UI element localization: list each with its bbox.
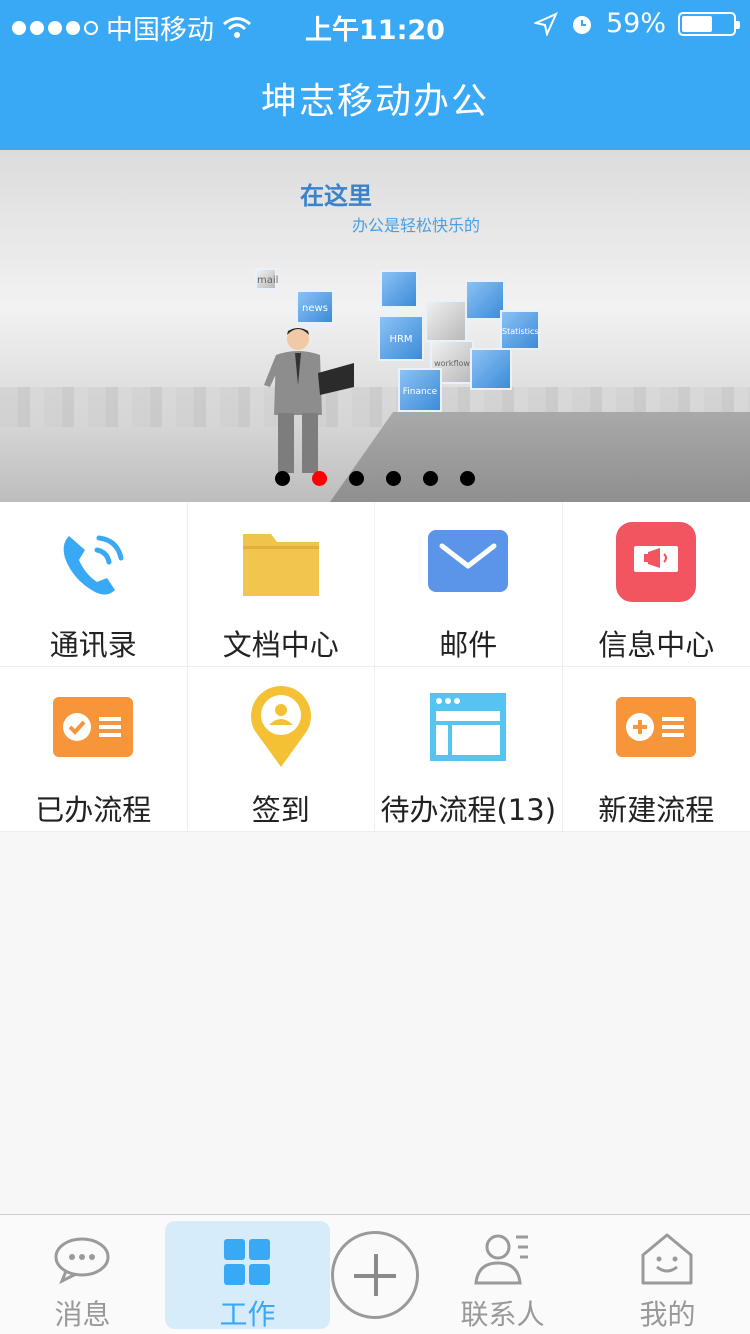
status-bar: 中国移动 上午11:20 59% [0,0,750,50]
menu-label: 新建流程 [598,793,715,827]
folder-icon [242,534,319,596]
location-pin-icon [250,686,311,767]
road [330,412,750,502]
cube-gray-1 [425,300,467,342]
menu-item-contacts[interactable]: 通讯录 [0,502,188,667]
cube-blue-1 [465,280,505,320]
menu-label: 签到 [251,793,310,827]
phone-icon [63,535,124,595]
menu-label: 通讯录 [49,628,137,662]
carousel-dot[interactable] [460,471,475,486]
menu-item-checkin[interactable]: 签到 [187,667,375,832]
tab-label: 联系人 [460,1298,545,1331]
menu-label: 已办流程 [35,793,152,827]
businessman-figure [264,328,354,473]
tab-messages[interactable]: 消息 [0,1215,165,1334]
function-grid: 通讯录 文档中心 邮件 信息中心 已办流程 签到 待办流程(13) 新建流程 [0,502,750,832]
battery-percent: 59% [605,8,666,39]
done-process-icon [53,697,134,757]
carousel-dot[interactable] [349,471,364,486]
location-arrow-icon [533,11,558,36]
alarm-icon [572,15,591,34]
tab-mine[interactable]: 我的 [585,1215,750,1334]
battery-icon [678,11,740,36]
mail-icon [428,530,509,592]
plus-icon[interactable] [331,1231,419,1319]
banner-headline: 在这里 [300,182,372,210]
menu-item-mail[interactable]: 邮件 [375,502,563,667]
carousel-dot[interactable] [275,471,290,486]
carousel-dot[interactable] [312,471,327,486]
cube-mail: mail [255,268,278,290]
cube-blue-3 [380,270,418,308]
menu-label: 待办流程(13) [380,793,557,827]
contact-icon [474,1234,528,1285]
menu-item-new-process[interactable]: 新建流程 [562,667,750,832]
banner-carousel[interactable]: 在这里 办公是轻松快乐的 mail news HRM Statistics wo… [0,150,750,502]
menu-label: 邮件 [439,628,498,662]
page-title: 坤志移动办公 [260,81,489,122]
banner-subline: 办公是轻松快乐的 [352,216,481,235]
todo-window-icon [430,693,507,761]
cube-news: news [296,290,334,324]
cube-finance: Finance [398,368,442,412]
grid-icon [224,1239,270,1285]
menu-label: 信息中心 [598,628,715,662]
tab-work[interactable]: 工作 [165,1221,330,1331]
menu-item-done-process[interactable]: 已办流程 [0,667,188,832]
new-process-icon [616,697,697,757]
chat-icon [54,1237,110,1285]
cube-statistics: Statistics [500,310,540,350]
megaphone-icon [616,522,697,602]
home-face-icon [641,1233,693,1285]
tab-label: 工作 [219,1298,276,1331]
carousel-pager[interactable] [0,471,750,486]
tab-label: 消息 [54,1298,111,1331]
menu-item-info-center[interactable]: 信息中心 [562,502,750,667]
menu-label: 文档中心 [222,628,339,662]
menu-item-todo-process[interactable]: 待办流程(13) [375,667,563,832]
carousel-dot[interactable] [423,471,438,486]
cube-hrm: HRM [378,315,424,361]
app-header: 中国移动 上午11:20 59% 坤志移动办公 [0,0,750,150]
tab-label: 我的 [639,1298,696,1331]
menu-item-documents[interactable]: 文档中心 [187,502,375,667]
tab-contacts[interactable]: 联系人 [420,1215,585,1334]
bottom-tab-bar: 消息 工作 联系人 我的 [0,1214,750,1334]
cube-blue-2 [470,348,512,390]
carousel-dot[interactable] [386,471,401,486]
